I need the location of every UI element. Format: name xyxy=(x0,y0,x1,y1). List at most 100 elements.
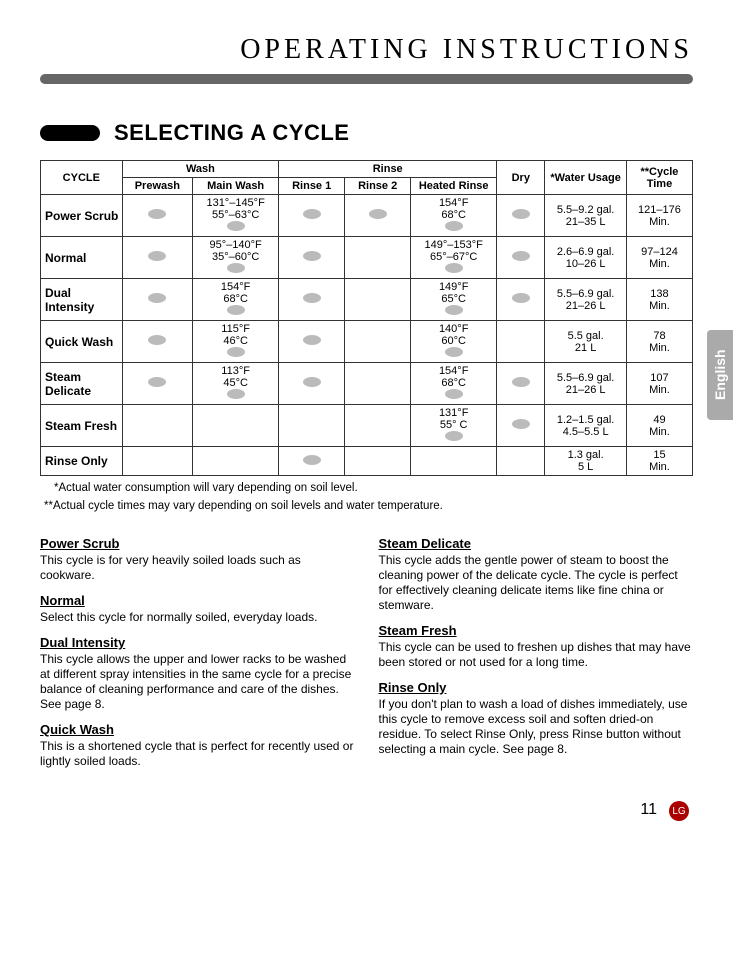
table-cell: Quick Wash xyxy=(41,321,123,363)
table-cell xyxy=(497,195,545,237)
dot-icon xyxy=(512,419,530,429)
table-cell: 5.5 gal. 21 L xyxy=(545,321,627,363)
table-cell: 107 Min. xyxy=(626,363,692,405)
table-cell: 1.2–1.5 gal. 4.5–5.5 L xyxy=(545,405,627,447)
col-rinse1: Rinse 1 xyxy=(279,178,345,195)
description-heading: Steam Fresh xyxy=(379,623,694,638)
table-row: Power Scrub131°–145°F 55°–63°C154°F 68°C… xyxy=(41,195,693,237)
language-tab: English xyxy=(707,330,733,420)
dot-icon xyxy=(512,293,530,303)
table-cell xyxy=(345,447,411,476)
description-heading: Power Scrub xyxy=(40,536,355,551)
table-cell: 97–124 Min. xyxy=(626,237,692,279)
description-body: This cycle adds the gentle power of stea… xyxy=(379,553,694,613)
dot-icon xyxy=(303,251,321,261)
dot-icon xyxy=(369,209,387,219)
table-cell: 149°–153°F 65°–67°C xyxy=(411,237,497,279)
table-cell: 131°F 55° C xyxy=(411,405,497,447)
description-heading: Rinse Only xyxy=(379,680,694,695)
col-cycle: CYCLE xyxy=(41,161,123,195)
table-cell: 5.5–9.2 gal. 21–35 L xyxy=(545,195,627,237)
table-cell: 15 Min. xyxy=(626,447,692,476)
col-dry: Dry xyxy=(497,161,545,195)
col-rinse2: Rinse 2 xyxy=(345,178,411,195)
header-rule xyxy=(40,74,693,84)
col-heated: Heated Rinse xyxy=(411,178,497,195)
table-cell xyxy=(279,447,345,476)
table-cell xyxy=(279,363,345,405)
table-cell: Rinse Only xyxy=(41,447,123,476)
dot-icon xyxy=(227,389,245,399)
table-cell: 1.3 gal. 5 L xyxy=(545,447,627,476)
footnote-water: *Actual water consumption will vary depe… xyxy=(40,482,693,494)
dot-icon xyxy=(148,209,166,219)
description-heading: Dual Intensity xyxy=(40,635,355,650)
table-cell: 2.6–6.9 gal. 10–26 L xyxy=(545,237,627,279)
table-cell: 78 Min. xyxy=(626,321,692,363)
table-cell: Normal xyxy=(41,237,123,279)
table-cell xyxy=(497,447,545,476)
table-cell xyxy=(279,237,345,279)
table-cell: 113°F 45°C xyxy=(193,363,279,405)
table-row: Dual Intensity154°F 68°C149°F 65°C5.5–6.… xyxy=(41,279,693,321)
description-body: This cycle can be used to freshen up dis… xyxy=(379,640,694,670)
dot-icon xyxy=(227,347,245,357)
description-body: Select this cycle for normally soiled, e… xyxy=(40,610,355,625)
dot-icon xyxy=(445,305,463,315)
table-cell: 121–176 Min. xyxy=(626,195,692,237)
description-column-left: Power ScrubThis cycle is for very heavil… xyxy=(40,526,355,775)
table-cell xyxy=(345,237,411,279)
dot-icon xyxy=(303,377,321,387)
dot-icon xyxy=(445,347,463,357)
description-body: This cycle allows the upper and lower ra… xyxy=(40,652,355,712)
table-cell: 154°F 68°C xyxy=(193,279,279,321)
description-heading: Normal xyxy=(40,593,355,608)
section-title: SELECTING A CYCLE xyxy=(114,120,349,146)
dot-icon xyxy=(445,431,463,441)
dot-icon xyxy=(148,377,166,387)
table-cell xyxy=(279,279,345,321)
dot-icon xyxy=(445,389,463,399)
dot-icon xyxy=(148,293,166,303)
description-body: If you don't plan to wash a load of dish… xyxy=(379,697,694,757)
table-cell xyxy=(345,279,411,321)
dot-icon xyxy=(148,251,166,261)
table-cell xyxy=(345,405,411,447)
table-row: Rinse Only 1.3 gal. 5 L15 Min. xyxy=(41,447,693,476)
table-row: Quick Wash115°F 46°C140°F 60°C5.5 gal. 2… xyxy=(41,321,693,363)
table-cell: 154°F 68°C xyxy=(411,195,497,237)
table-cell xyxy=(411,447,497,476)
table-cell: 5.5–6.9 gal. 21–26 L xyxy=(545,363,627,405)
dot-icon xyxy=(303,335,321,345)
col-prewash: Prewash xyxy=(122,178,192,195)
table-cell: Steam Fresh xyxy=(41,405,123,447)
table-cell xyxy=(345,195,411,237)
table-cell: 49 Min. xyxy=(626,405,692,447)
col-mainwash: Main Wash xyxy=(193,178,279,195)
lg-logo-icon: LG xyxy=(669,801,689,821)
page-number: 11 xyxy=(640,801,657,819)
table-cell xyxy=(497,363,545,405)
table-cell xyxy=(279,321,345,363)
table-cell: 149°F 65°C xyxy=(411,279,497,321)
dot-icon xyxy=(445,263,463,273)
table-cell: 95°–140°F 35°–60°C xyxy=(193,237,279,279)
table-cell: Steam Delicate xyxy=(41,363,123,405)
dot-icon xyxy=(512,377,530,387)
table-cell xyxy=(122,447,192,476)
footnote-time: **Actual cycle times may vary depending … xyxy=(40,500,693,512)
col-wash: Wash xyxy=(122,161,279,178)
table-cell xyxy=(122,321,192,363)
dot-icon xyxy=(227,263,245,273)
table-cell: 5.5–6.9 gal. 21–26 L xyxy=(545,279,627,321)
dot-icon xyxy=(148,335,166,345)
table-cell xyxy=(122,237,192,279)
table-cell xyxy=(122,405,192,447)
description-heading: Quick Wash xyxy=(40,722,355,737)
table-cell xyxy=(193,405,279,447)
table-cell xyxy=(345,321,411,363)
table-cell: 138 Min. xyxy=(626,279,692,321)
table-cell: 131°–145°F 55°–63°C xyxy=(193,195,279,237)
col-water: *Water Usage xyxy=(545,161,627,195)
table-cell xyxy=(497,405,545,447)
